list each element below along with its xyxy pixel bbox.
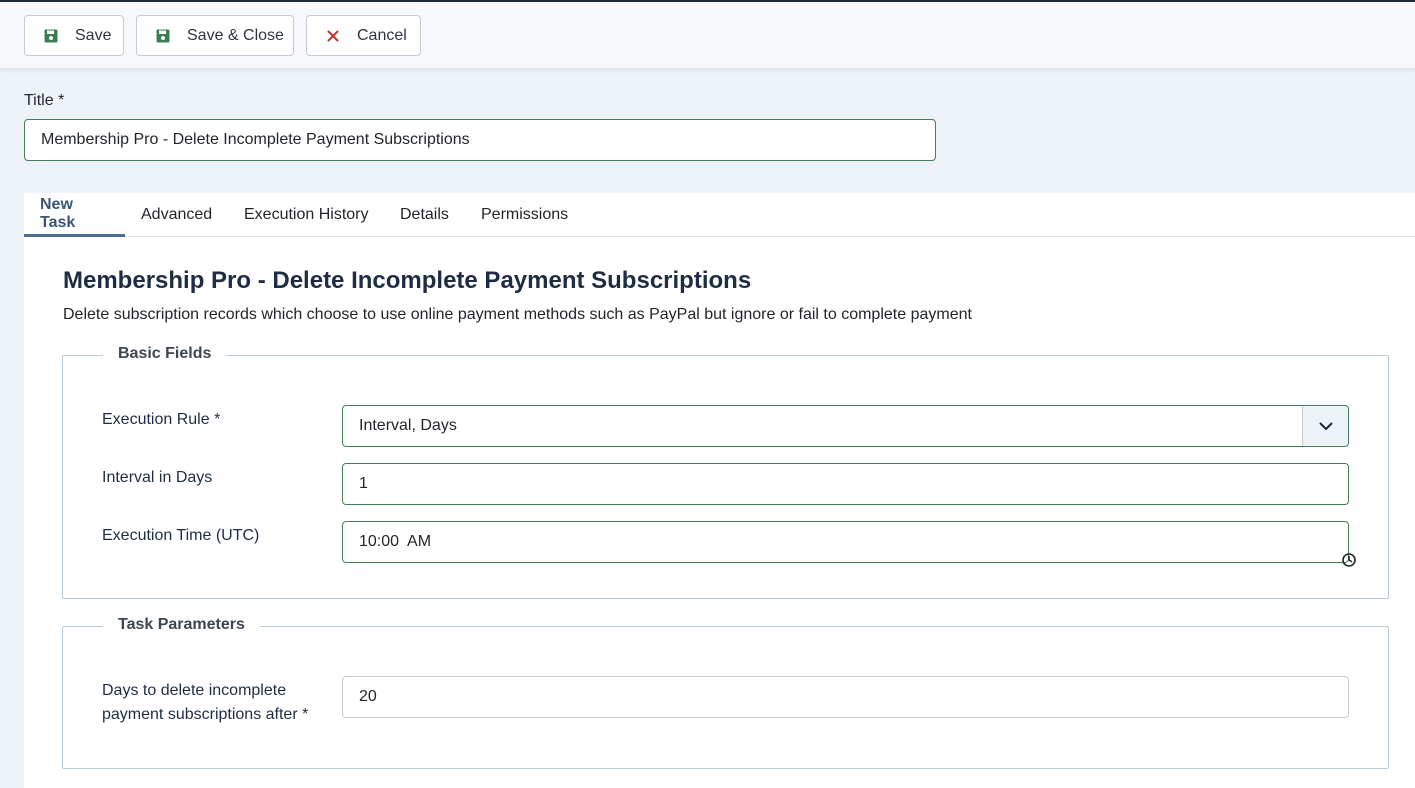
execution-time-label: Execution Time (UTC)	[102, 527, 260, 544]
interval-days-label: Interval in Days	[102, 469, 213, 486]
tab-panel-new-task: Membership Pro - Delete Incomplete Payme…	[24, 237, 1415, 788]
cancel-button-label: Cancel	[357, 26, 407, 44]
days-delete-value: 20	[359, 688, 377, 705]
tab-details[interactable]: Details	[384, 193, 465, 237]
days-delete-label-line2: payment subscriptions after *	[102, 706, 309, 723]
clock-icon[interactable]	[1314, 534, 1356, 567]
toolbar: Save Save & Close Cancel	[0, 2, 1415, 69]
execution-time-input[interactable]: 10:00 AM	[342, 521, 1356, 567]
execution-time-value: 10:00 AM	[359, 533, 432, 550]
tab-advanced[interactable]: Advanced	[125, 193, 228, 237]
task-title: Membership Pro - Delete Incomplete Payme…	[63, 267, 752, 294]
chevron-down-icon[interactable]	[1302, 406, 1348, 446]
execution-rule-value: Interval, Days	[359, 417, 457, 434]
days-delete-input[interactable]: 20	[342, 676, 1349, 718]
floppy-disk-icon	[43, 28, 59, 44]
save-button-label: Save	[75, 26, 112, 44]
interval-days-value: 1	[359, 475, 368, 492]
title-label: Title *	[24, 92, 65, 109]
close-icon	[325, 28, 341, 44]
save-and-close-button-label: Save & Close	[187, 26, 284, 44]
tab-bar: New Task Advanced Execution History Deta…	[24, 193, 1415, 237]
title-input[interactable]	[24, 119, 936, 161]
days-delete-label-line1: Days to delete incomplete	[102, 682, 287, 699]
interval-days-input[interactable]: 1	[342, 463, 1349, 505]
cancel-button[interactable]: Cancel	[306, 15, 421, 56]
execution-rule-select[interactable]: Interval, Days	[342, 405, 1349, 447]
task-parameters-legend: Task Parameters	[103, 616, 260, 634]
task-description: Delete subscription records which choose…	[63, 306, 972, 323]
floppy-disk-icon	[155, 28, 171, 44]
save-button[interactable]: Save	[24, 15, 124, 56]
tab-new-task[interactable]: New Task	[24, 193, 125, 237]
tab-execution-history[interactable]: Execution History	[228, 193, 385, 237]
basic-fields-legend: Basic Fields	[103, 345, 227, 363]
tab-permissions[interactable]: Permissions	[465, 193, 584, 237]
execution-rule-label: Execution Rule *	[102, 411, 221, 428]
save-and-close-button[interactable]: Save & Close	[136, 15, 294, 56]
